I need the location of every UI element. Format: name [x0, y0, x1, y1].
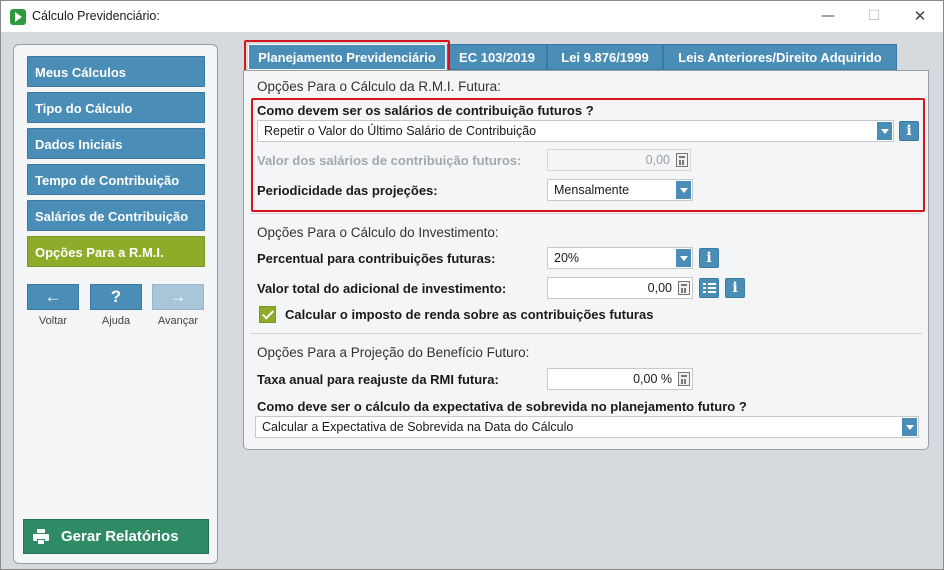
tab-leis-anteriores[interactable]: Leis Anteriores/Direito Adquirido: [663, 44, 897, 70]
section-divider: [250, 333, 922, 334]
generate-reports-button[interactable]: Gerar Relatórios: [23, 519, 209, 554]
tab-ec-103-2019[interactable]: EC 103/2019: [447, 44, 547, 70]
percent-future-label: Percentual para contribuições futuras:: [257, 251, 496, 266]
forward-label: Avançar: [157, 315, 199, 327]
client-area: Meus Cálculos Tipo do Cálculo Dados Inic…: [0, 32, 944, 570]
future-salaries-selected: Repetir o Valor do Último Salário de Con…: [264, 124, 537, 138]
active-tab-border: [248, 44, 446, 70]
forward-arrow-button[interactable]: →: [152, 284, 204, 310]
future-salaries-value-input[interactable]: 0,00: [547, 149, 691, 171]
future-salaries-select[interactable]: Repetir o Valor do Último Salário de Con…: [257, 120, 894, 142]
sidebar-item-tipo-do-calculo[interactable]: Tipo do Cálculo: [27, 92, 205, 123]
back-arrow-button[interactable]: ←: [27, 284, 79, 310]
printer-icon: [33, 529, 49, 545]
annual-rate-value: 0,00 %: [633, 372, 672, 386]
survival-select[interactable]: Calcular a Expectativa de Sobrevida na D…: [255, 416, 919, 438]
future-salaries-info-button[interactable]: i: [899, 121, 919, 141]
additional-investment-label: Valor total do adicional de investimento…: [257, 281, 507, 296]
additional-investment-value: 0,00: [647, 281, 672, 295]
future-salaries-value-label: Valor dos salários de contribuição futur…: [257, 153, 522, 168]
section-title-investment: Opções Para o Cálculo do Investimento:: [257, 225, 499, 240]
navigation-panel: Meus Cálculos Tipo do Cálculo Dados Inic…: [13, 44, 218, 564]
maximize-button[interactable]: ☐: [859, 5, 889, 27]
sidebar-item-salarios-de-contribuicao[interactable]: Salários de Contribuição: [27, 200, 205, 231]
sidebar-item-tempo-de-contribuicao[interactable]: Tempo de Contribuição: [27, 164, 205, 195]
app-logo-icon: [10, 9, 26, 25]
sidebar-item-meus-calculos[interactable]: Meus Cálculos: [27, 56, 205, 87]
periodicity-select[interactable]: Mensalmente: [547, 179, 693, 201]
main-panel: Opções Para o Cálculo da R.M.I. Futura: …: [243, 70, 929, 450]
window-title: Cálculo Previdenciário:: [32, 9, 160, 23]
section-title-rmi: Opções Para o Cálculo da R.M.I. Futura:: [257, 79, 501, 94]
generate-reports-label: Gerar Relatórios: [61, 528, 179, 545]
chevron-down-icon[interactable]: [676, 181, 691, 199]
help-question-button[interactable]: ?: [90, 284, 142, 310]
income-tax-checkbox[interactable]: [259, 306, 276, 323]
sidebar-item-dados-iniciais[interactable]: Dados Iniciais: [27, 128, 205, 159]
minimize-button[interactable]: —: [813, 5, 843, 27]
income-tax-label: Calcular o imposto de renda sobre as con…: [285, 307, 654, 322]
percent-future-selected: 20%: [554, 251, 580, 265]
help-label: Ajuda: [101, 315, 131, 327]
list-details-button[interactable]: [699, 278, 719, 298]
percent-future-select[interactable]: 20%: [547, 247, 693, 269]
annual-rate-input[interactable]: 0,00 %: [547, 368, 693, 390]
section-divider: [250, 213, 922, 214]
additional-investment-input[interactable]: 0,00: [547, 277, 693, 299]
future-salaries-question: Como devem ser os salários de contribuiç…: [257, 103, 594, 118]
title-bar: Cálculo Previdenciário: — ☐ ✕: [0, 0, 944, 32]
periodicity-label: Periodicidade das projeções:: [257, 183, 438, 198]
additional-investment-info-button[interactable]: i: [725, 278, 745, 298]
sidebar-item-opcoes-rmi[interactable]: Opções Para a R.M.I.: [27, 236, 205, 267]
percent-future-info-button[interactable]: i: [699, 248, 719, 268]
tab-lei-9876-1999[interactable]: Lei 9.876/1999: [547, 44, 663, 70]
survival-selected: Calcular a Expectativa de Sobrevida na D…: [262, 420, 574, 434]
periodicity-selected: Mensalmente: [554, 183, 630, 197]
section-title-projection: Opções Para a Projeção do Benefício Futu…: [257, 345, 530, 360]
survival-question: Como deve ser o cálculo da expectativa d…: [257, 399, 747, 414]
calculator-icon[interactable]: [678, 281, 690, 295]
chevron-down-icon[interactable]: [676, 249, 691, 267]
annual-rate-label: Taxa anual para reajuste da RMI futura:: [257, 372, 499, 387]
calculator-icon[interactable]: [678, 372, 690, 386]
chevron-down-icon[interactable]: [877, 122, 892, 140]
back-label: Voltar: [38, 315, 68, 327]
close-button[interactable]: ✕: [905, 5, 935, 27]
chevron-down-icon[interactable]: [902, 418, 917, 436]
future-salaries-value: 0,00: [645, 153, 670, 167]
calculator-icon[interactable]: [676, 153, 688, 167]
